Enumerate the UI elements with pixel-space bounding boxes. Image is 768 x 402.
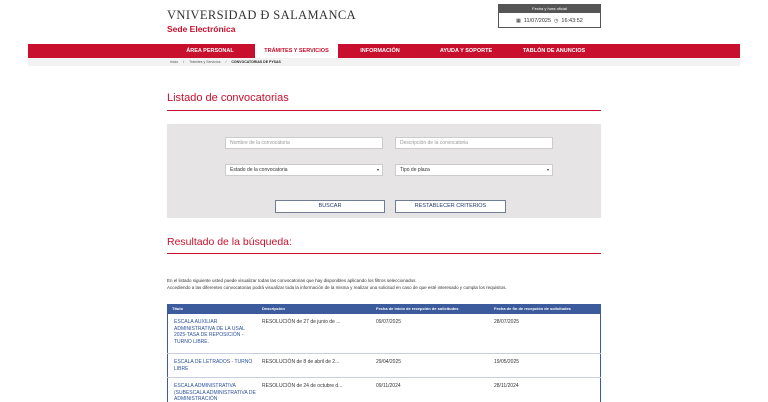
row-title-link[interactable]: ESCALA AUXILIAR ADMINISTRATIVA DE LA USA…	[174, 319, 258, 345]
filter-panel: Nombre de la convocatoria Descripción de…	[167, 124, 601, 218]
nav-tramites-servicios[interactable]: TRÁMITES Y SERVICIOS	[255, 44, 338, 58]
convocatorias-table: Título Descripción Fecha de inicio de re…	[167, 304, 601, 402]
clock-values: ▦ 11/07/2025 ◷ 16:43:52	[499, 13, 600, 28]
state-select-value: Estado de la convocatoria	[230, 167, 288, 173]
intro-line-2: Accediendo a las diferentes convocatoria…	[167, 285, 507, 290]
row-start-date: 29/04/2025	[376, 359, 402, 365]
chevron-down-icon: ▾	[376, 167, 379, 172]
search-button[interactable]: BUSCAR	[275, 200, 385, 213]
row-end-date: 28/07/2025	[494, 319, 520, 325]
breadcrumb-separator: /	[225, 60, 227, 64]
convocatoria-state-select[interactable]: Estado de la convocatoria ▾	[225, 164, 383, 176]
row-description: RESOLUCIÓN de 27 de junio de ...	[262, 319, 341, 325]
nav-area-personal[interactable]: ÁREA PERSONAL	[172, 44, 248, 58]
row-description: RESOLUCIÓN de 8 de abril de 2...	[262, 359, 340, 365]
col-title[interactable]: Título	[172, 304, 183, 314]
row-description: RESOLUCIÓN de 24 de octubre d...	[262, 383, 343, 389]
site-subtitle[interactable]: Sede Electrónica	[167, 24, 236, 34]
convocatoria-description-input[interactable]: Descripción de la convocatoria	[395, 137, 553, 149]
university-logo[interactable]: VNIVERSIDAD Ð SALAMANCA	[167, 8, 356, 23]
plaza-type-select[interactable]: Tipo de plaza ▾	[395, 164, 553, 176]
clock-time: 16:43:52	[561, 17, 583, 24]
clock-icon: ◷	[554, 17, 559, 24]
calendar-icon: ▦	[516, 17, 521, 24]
results-intro: En el listado siguiente usted puede visu…	[167, 277, 607, 291]
table-row[interactable]: ESCALA ADMINISTRATIVA (SUBESCALA ADMINIS…	[167, 378, 601, 402]
site-header: VNIVERSIDAD Ð SALAMANCA Sede Electrónica…	[0, 0, 768, 44]
type-select-value: Tipo de plaza	[400, 167, 430, 173]
clock-label: Fecha y hora oficial	[499, 5, 600, 13]
breadcrumb-separator: /	[183, 60, 185, 64]
breadcrumb-section[interactable]: Trámites y Servicios	[189, 60, 220, 64]
nav-informacion[interactable]: INFORMACIÓN	[346, 44, 414, 58]
chevron-down-icon: ▾	[546, 167, 549, 172]
row-title-link[interactable]: ESCALA ADMINISTRATIVA (SUBESCALA ADMINIS…	[174, 383, 258, 402]
convocatoria-name-input[interactable]: Nombre de la convocatoria	[225, 137, 383, 149]
row-start-date: 09/11/2024	[376, 383, 401, 389]
breadcrumb-current: CONVOCATORIAS DE PYSAS	[231, 60, 281, 64]
results-divider	[167, 253, 601, 254]
table-row[interactable]: ESCALA DE LETRADOS - TURNO LIBRE RESOLUC…	[167, 354, 601, 378]
page-title: Listado de convocatorias	[167, 92, 289, 104]
intro-line-1: En el listado siguiente usted puede visu…	[167, 278, 417, 283]
row-end-date: 19/05/2025	[494, 359, 520, 365]
title-divider	[167, 110, 601, 111]
breadcrumb: Inicio / Trámites y Servicios / CONVOCAT…	[28, 58, 740, 66]
row-title-link[interactable]: ESCALA DE LETRADOS - TURNO LIBRE	[174, 359, 258, 372]
row-start-date: 09/07/2025	[376, 319, 402, 325]
col-end-date[interactable]: Fecha de fin de recepción de solicitudes	[494, 304, 571, 314]
nav-tablon-anuncios[interactable]: TABLÓN DE ANUNCIOS	[513, 44, 595, 58]
official-clock: Fecha y hora oficial ▦ 11/07/2025 ◷ 16:4…	[498, 4, 601, 28]
nav-ayuda-soporte[interactable]: AYUDA Y SOPORTE	[426, 44, 506, 58]
table-header: Título Descripción Fecha de inicio de re…	[167, 304, 601, 314]
clock-date: 11/07/2025	[523, 17, 552, 24]
row-end-date: 28/11/2024	[494, 383, 519, 389]
col-description[interactable]: Descripción	[262, 304, 285, 314]
breadcrumb-home[interactable]: Inicio	[170, 60, 178, 64]
main-nav: ÁREA PERSONAL TRÁMITES Y SERVICIOS INFOR…	[28, 44, 740, 58]
reset-criteria-button[interactable]: RESTABLECER CRITERIOS	[395, 200, 506, 213]
table-row[interactable]: ESCALA AUXILIAR ADMINISTRATIVA DE LA USA…	[167, 314, 601, 354]
results-title: Resultado de la búsqueda:	[167, 236, 292, 248]
col-start-date[interactable]: Fecha de inicio de recepción de solicitu…	[376, 304, 458, 314]
